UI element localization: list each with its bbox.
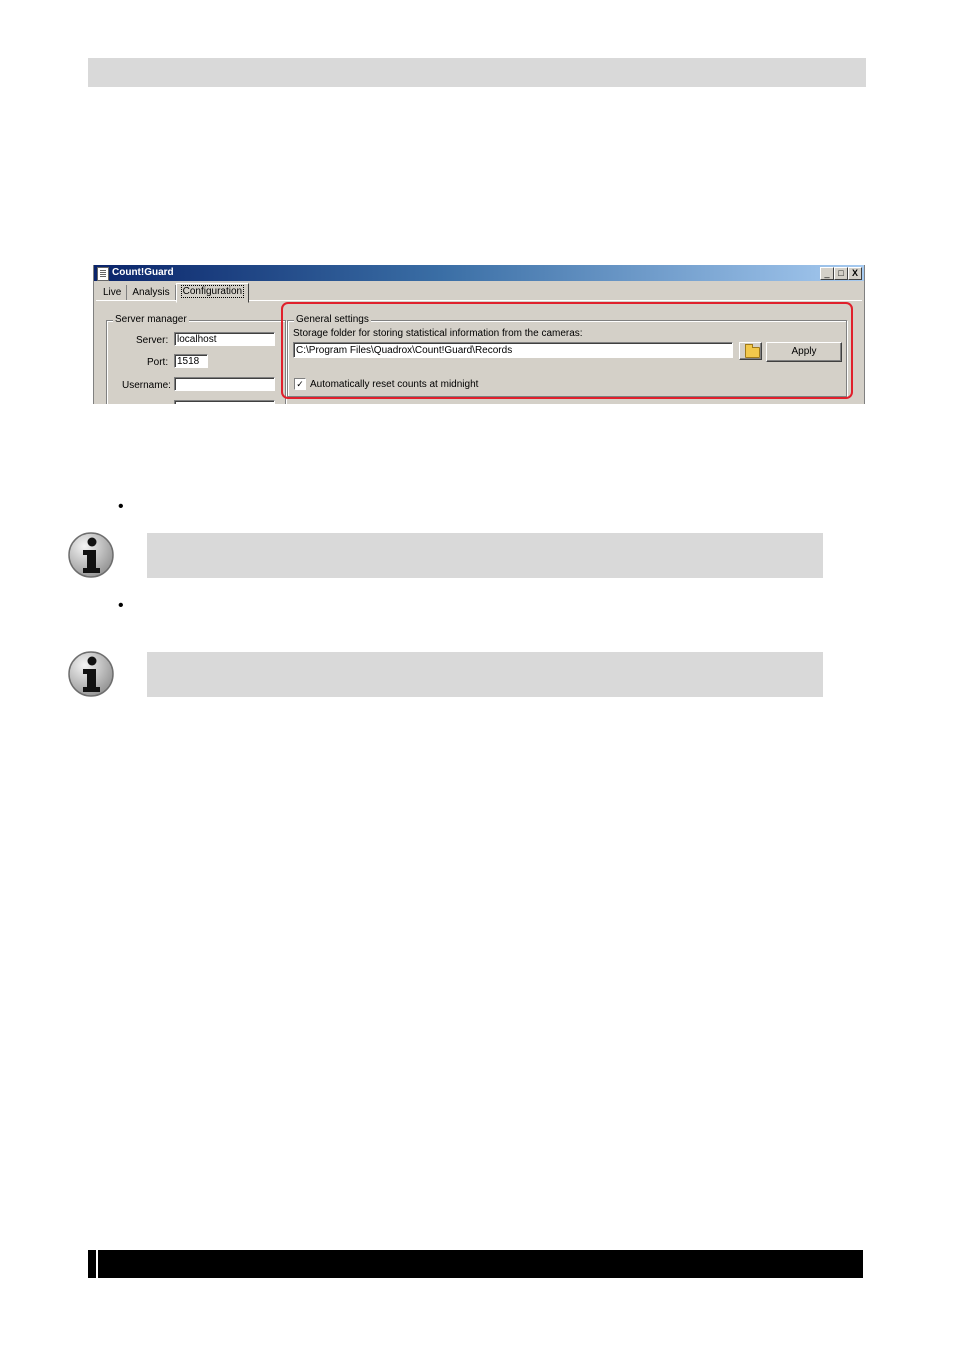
- server-label: Server:: [136, 335, 169, 346]
- footer-divider: [96, 1250, 98, 1278]
- tab-configuration[interactable]: Configuration: [175, 283, 250, 303]
- title-bar: Count!Guard _ □ X: [94, 265, 864, 281]
- username-input[interactable]: [174, 377, 275, 391]
- tab-live[interactable]: Live: [98, 285, 128, 301]
- info-icon: [68, 532, 114, 578]
- bullet-marker: •: [118, 597, 124, 614]
- tab-analysis[interactable]: Analysis: [127, 285, 176, 301]
- bullet-marker: •: [118, 498, 124, 515]
- page-header-bar: [88, 58, 866, 87]
- note-box: [147, 533, 823, 578]
- port-input[interactable]: 1518: [174, 354, 208, 368]
- minimize-button[interactable]: _: [820, 267, 834, 280]
- server-manager-legend: Server manager: [113, 314, 189, 325]
- username-label: Username:: [122, 380, 171, 391]
- note-box: [147, 652, 823, 697]
- maximize-button[interactable]: □: [834, 267, 848, 280]
- password-input[interactable]: [174, 400, 275, 404]
- port-label: Port:: [147, 357, 169, 368]
- highlight-outline: [281, 302, 853, 399]
- tab-strip: Live Analysis Configuration: [98, 283, 250, 303]
- page-footer-bar: [88, 1250, 863, 1278]
- countguard-window: Count!Guard _ □ X Live Analysis Configur…: [93, 265, 865, 404]
- window-title: Count!Guard: [112, 267, 174, 278]
- server-input[interactable]: localhost: [174, 332, 275, 346]
- app-icon: [97, 267, 109, 281]
- server-manager-group: Server manager Server: localhost Port: 1…: [106, 314, 286, 404]
- close-button[interactable]: X: [848, 267, 862, 280]
- info-icon: [68, 651, 114, 697]
